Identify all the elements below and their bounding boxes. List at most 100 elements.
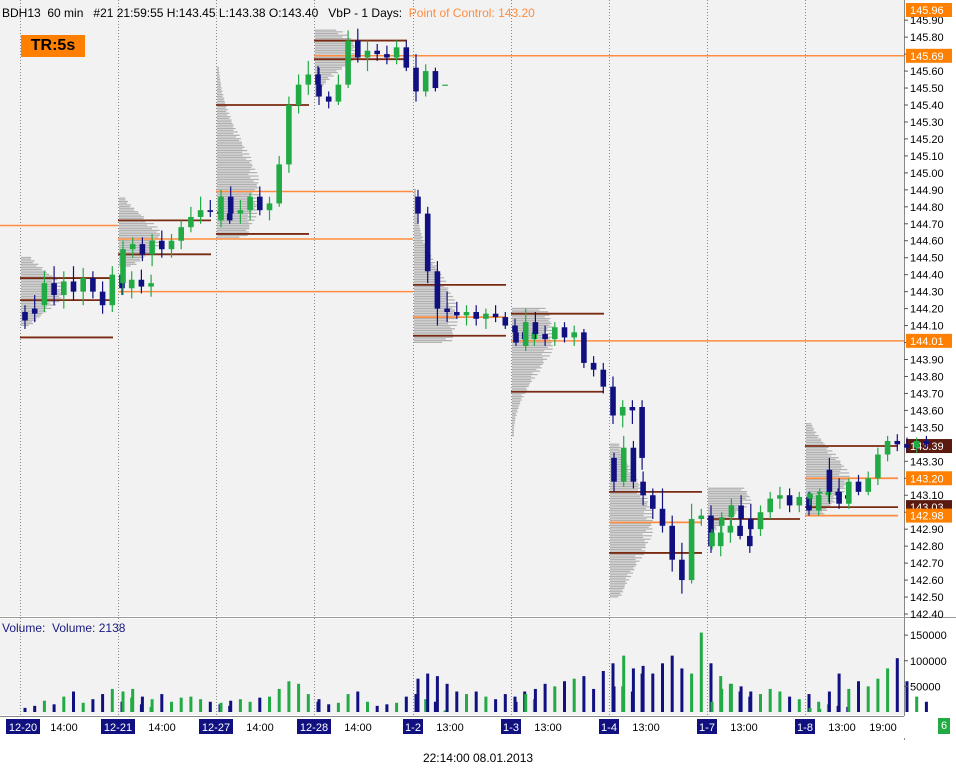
profile-bar <box>610 570 631 572</box>
volume-bar <box>494 699 498 712</box>
profile-bar <box>119 222 154 225</box>
profile-bar <box>610 591 624 593</box>
volume-bar <box>631 668 635 712</box>
volume-bar <box>503 694 507 712</box>
profile-bar <box>217 155 243 157</box>
candle-body <box>816 491 823 494</box>
footer-timestamp: 22:14:00 08.01.2013 <box>422 751 534 765</box>
candle-body <box>207 210 214 212</box>
candle-body <box>640 481 646 496</box>
profile-bar <box>414 333 453 335</box>
candle-body <box>325 96 332 102</box>
profile-bar <box>119 229 160 231</box>
profile-bar <box>512 411 518 413</box>
profile-bar <box>610 579 630 581</box>
profile-bar <box>414 233 422 235</box>
candle-body <box>767 498 773 513</box>
candle-body <box>473 312 479 319</box>
profile-bar <box>414 289 448 291</box>
profile-bar <box>217 95 223 97</box>
price-tick-label: 142.60 <box>910 575 944 587</box>
timeframe-badge[interactable]: TR:5s <box>21 35 85 57</box>
profile-bar <box>315 32 339 35</box>
profile-bar <box>806 474 840 476</box>
price-tag-label: 144.01 <box>910 336 944 348</box>
profile-bar <box>217 224 250 226</box>
volume-bar <box>876 678 880 712</box>
profile-bar <box>217 77 220 79</box>
profile-bar <box>217 163 252 165</box>
volume-bar <box>110 688 114 712</box>
profile-bar <box>610 536 644 539</box>
profile-bar <box>315 29 337 31</box>
profile-bar <box>512 435 514 437</box>
candle-body <box>139 244 146 255</box>
profile-bar <box>512 428 514 430</box>
profile-bar <box>512 314 550 316</box>
page-count-badge[interactable]: 6 <box>938 718 950 734</box>
price-tick-label: 143.70 <box>910 388 944 400</box>
profile-bar <box>119 241 162 243</box>
candle-body <box>904 444 910 448</box>
volume-bar <box>23 707 27 712</box>
volume-bar <box>268 696 271 712</box>
profile-bar <box>119 200 128 203</box>
volume-bar <box>827 691 831 712</box>
profile-bar <box>512 348 553 350</box>
candle-body <box>335 84 342 102</box>
profile-bar <box>21 261 33 264</box>
volume-bar <box>248 701 252 712</box>
profile-bar <box>610 497 648 500</box>
price-chart[interactable]: 145.90145.80145.70145.60145.50145.40145.… <box>0 0 956 775</box>
volume-bar <box>847 688 851 712</box>
profile-bar <box>806 470 841 472</box>
volume-bar <box>62 696 66 712</box>
candle-body <box>31 308 38 314</box>
profile-bar <box>610 574 628 576</box>
profile-bar <box>512 397 521 399</box>
candle-body <box>80 278 86 292</box>
date-label: 1-4 <box>601 722 617 734</box>
profile-bar <box>512 377 535 379</box>
profile-bar <box>119 214 141 216</box>
profile-bar <box>610 553 644 556</box>
profile-bar <box>512 407 519 410</box>
profile-bar <box>414 239 425 242</box>
profile-bar <box>217 87 222 89</box>
volume-bar <box>797 699 801 712</box>
volume-bar <box>160 694 164 712</box>
candle-body <box>384 54 390 58</box>
profile-bar <box>512 345 553 347</box>
profile-bar <box>610 524 652 527</box>
profile-bar <box>610 533 643 535</box>
profile-bar <box>806 460 841 462</box>
profile-bar <box>806 441 824 444</box>
profile-bar <box>414 229 421 231</box>
date-label: 12-28 <box>300 722 328 734</box>
price-tick-label: 144.20 <box>910 304 944 316</box>
time-label: 13:00 <box>436 722 464 734</box>
profile-bar <box>217 161 250 164</box>
profile-bar <box>414 238 422 240</box>
profile-bar <box>512 424 515 427</box>
profile-bar <box>610 523 652 525</box>
candle-body <box>168 240 175 250</box>
candle-body <box>218 196 224 221</box>
candle-body <box>659 508 666 526</box>
volume-bar <box>238 699 242 712</box>
candle-body <box>923 440 930 445</box>
profile-bar <box>414 192 416 194</box>
profile-bar <box>217 148 243 150</box>
date-label: 12-20 <box>9 722 37 734</box>
profile-bar <box>414 314 457 316</box>
profile-bar <box>610 582 627 584</box>
profile-bar <box>610 557 642 559</box>
profile-bar <box>806 436 818 438</box>
price-tag-label: 143.20 <box>910 473 944 485</box>
profile-bar <box>217 170 251 172</box>
profile-bar <box>610 589 623 591</box>
profile-bar <box>217 126 234 128</box>
price-tick-label: 144.10 <box>910 321 944 333</box>
volume-bar <box>808 707 812 712</box>
profile-bar <box>512 404 520 406</box>
